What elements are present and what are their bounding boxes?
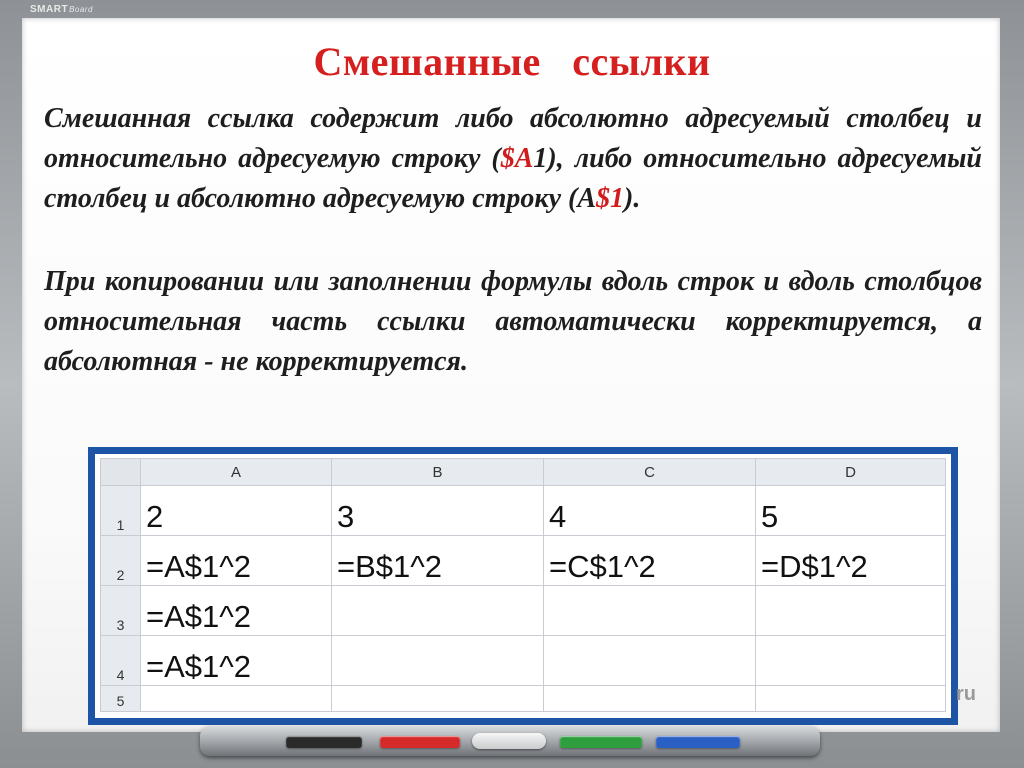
cell-a3[interactable]: =A$1^2: [140, 585, 332, 636]
spreadsheet-example: A B C D 1 2 3 4 5 2 =A$1^2 =B$1^2 =C$1^2…: [88, 447, 958, 725]
definition-paragraph: Смешанная ссылка содержит либо абсолютно…: [44, 103, 983, 214]
cell-d2[interactable]: =D$1^2: [755, 535, 946, 586]
column-header-c[interactable]: C: [543, 458, 756, 486]
table-row: 1 2 3 4 5: [100, 485, 946, 536]
site-watermark: ru: [956, 683, 976, 705]
cell-b1[interactable]: 3: [331, 485, 544, 536]
reference-highlight: $1: [596, 183, 625, 214]
column-header-b[interactable]: B: [331, 458, 544, 486]
cell-d3[interactable]: [755, 585, 946, 636]
spreadsheet-grid: A B C D 1 2 3 4 5 2 =A$1^2 =B$1^2 =C$1^2…: [100, 458, 946, 712]
cell-c3[interactable]: [543, 585, 756, 636]
reference-highlight: $A: [500, 143, 534, 174]
cell-b2[interactable]: =B$1^2: [331, 535, 544, 586]
cell-c2[interactable]: =C$1^2: [543, 535, 756, 586]
blue-pen-icon[interactable]: [656, 736, 740, 748]
cell-c1[interactable]: 4: [543, 485, 756, 536]
slide-title: Смешанные ссылки: [313, 39, 711, 84]
table-row: 2 =A$1^2 =B$1^2 =C$1^2 =D$1^2: [100, 535, 946, 586]
cell-d1[interactable]: 5: [755, 485, 946, 536]
table-row: 5: [100, 685, 946, 712]
green-pen-icon[interactable]: [560, 736, 642, 748]
red-pen-icon[interactable]: [380, 736, 460, 748]
table-row: 3 =A$1^2: [100, 585, 946, 636]
cell-a4[interactable]: =A$1^2: [140, 635, 332, 686]
black-pen-icon[interactable]: [286, 736, 362, 748]
cell-b5[interactable]: [331, 685, 544, 712]
cell-c4[interactable]: [543, 635, 756, 686]
row-header-4[interactable]: 4: [100, 635, 141, 686]
row-header-1[interactable]: 1: [100, 485, 141, 536]
cell-c5[interactable]: [543, 685, 756, 712]
cell-a1[interactable]: 2: [140, 485, 332, 536]
cell-a5[interactable]: [140, 685, 332, 712]
row-header-2[interactable]: 2: [100, 535, 141, 586]
cell-a2[interactable]: =A$1^2: [140, 535, 332, 586]
column-header-d[interactable]: D: [755, 458, 946, 486]
table-row: 4 =A$1^2: [100, 635, 946, 686]
row-header-3[interactable]: 3: [100, 585, 141, 636]
eraser-icon[interactable]: [472, 733, 546, 749]
cell-d4[interactable]: [755, 635, 946, 686]
row-header-5[interactable]: 5: [100, 685, 141, 712]
select-all-corner[interactable]: [100, 458, 141, 486]
brand-logo: SMARTBoard: [30, 4, 93, 15]
cell-d5[interactable]: [755, 685, 946, 712]
cell-b4[interactable]: [331, 635, 544, 686]
copy-behavior-paragraph: При копировании или заполнении формулы в…: [44, 266, 982, 377]
column-header-a[interactable]: A: [140, 458, 332, 486]
cell-b3[interactable]: [331, 585, 544, 636]
